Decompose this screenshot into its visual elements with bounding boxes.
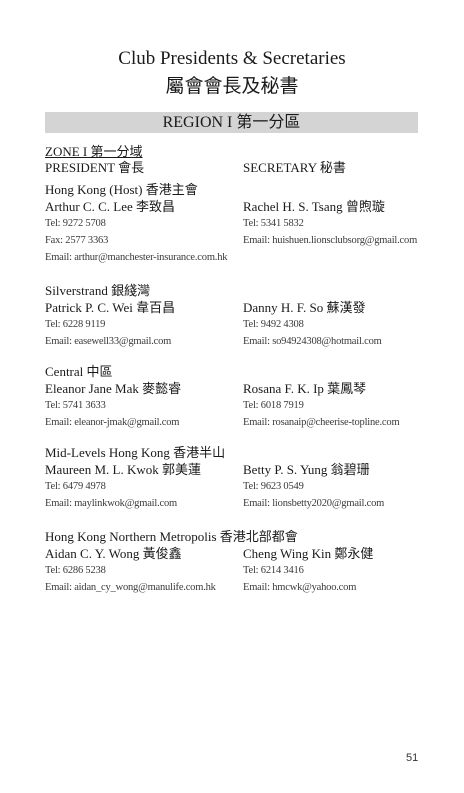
secretary-name: Danny H. F. So 蘇漢發 xyxy=(243,300,366,315)
president-block: Maureen M. L. Kwok 郭美蓮 Tel: 6479 4978 Em… xyxy=(45,461,201,512)
president-block: Patrick P. C. Wei 韋百昌 Tel: 6228 9119 Ema… xyxy=(45,299,175,350)
club-name: Hong Kong (Host) 香港主會 xyxy=(45,182,198,197)
president-block: Arthur C. C. Lee 李致昌 Tel: 9272 5708 Fax:… xyxy=(45,198,228,266)
secretary-name: Betty P. S. Yung 翁碧珊 xyxy=(243,462,370,477)
president-block: Aidan C. Y. Wong 黃俊鑫 Tel: 6286 5238 Emai… xyxy=(45,545,216,596)
secretary-tel: Tel: 6214 3416 xyxy=(243,565,304,576)
president-email: Email: arthur@manchester-insurance.com.h… xyxy=(45,252,228,263)
club-entry-central: Central 中區 Eleanor Jane Mak 麥懿睿 Tel: 574… xyxy=(45,363,445,428)
president-name: Maureen M. L. Kwok 郭美蓮 xyxy=(45,462,201,477)
club-name: Central 中區 xyxy=(45,364,113,379)
page-number: 51 xyxy=(406,752,419,764)
secretary-column-header: SECRETARY 秘書 xyxy=(243,160,346,175)
president-tel: Tel: 6228 9119 xyxy=(45,319,106,330)
page-title-chinese: 屬會會長及秘書 xyxy=(165,76,299,97)
president-column-header: PRESIDENT 會長 xyxy=(45,160,145,175)
secretary-block: Cheng Wing Kin 鄭永健 Tel: 6214 3416 Email:… xyxy=(243,545,373,596)
page-title: Club Presidents & Secretaries xyxy=(118,48,346,69)
club-entry-mid-levels: Mid-Levels Hong Kong 香港半山 Maureen M. L. … xyxy=(45,444,445,509)
president-name: Arthur C. C. Lee 李致昌 xyxy=(45,199,175,214)
secretary-email: Email: lionsbetty2020@gmail.com xyxy=(243,498,385,509)
club-entry-silverstrand: Silverstrand 銀綫灣 Patrick P. C. Wei 韋百昌 T… xyxy=(45,282,445,347)
secretary-block: Rachel H. S. Tsang 曾煦璇 Tel: 5341 5832 Em… xyxy=(243,198,417,249)
president-name: Patrick P. C. Wei 韋百昌 xyxy=(45,300,176,315)
president-tel: Tel: 5741 3633 xyxy=(45,400,106,411)
secretary-email: Email: so94924308@hotmail.com xyxy=(243,336,382,347)
secretary-block: Rosana F. K. Ip 葉鳳琴 Tel: 6018 7919 Email… xyxy=(243,380,400,431)
club-name: Hong Kong Northern Metropolis 香港北部都會 xyxy=(45,529,298,544)
secretary-tel: Tel: 9623 0549 xyxy=(243,481,304,492)
secretary-tel: Tel: 5341 5832 xyxy=(243,218,304,229)
president-tel: Tel: 6286 5238 xyxy=(45,565,106,576)
club-entry-northern-metropolis: Hong Kong Northern Metropolis 香港北部都會 Aid… xyxy=(45,528,445,593)
region-header: REGION I 第一分區 xyxy=(45,112,418,133)
secretary-name: Cheng Wing Kin 鄭永健 xyxy=(243,546,374,561)
president-tel: Tel: 6479 4978 xyxy=(45,481,106,492)
president-fax: Fax: 2577 3363 xyxy=(45,235,109,246)
secretary-name: Rachel H. S. Tsang 曾煦璇 xyxy=(243,199,385,214)
secretary-block: Danny H. F. So 蘇漢發 Tel: 9492 4308 Email:… xyxy=(243,299,382,350)
secretary-tel: Tel: 9492 4308 xyxy=(243,319,304,330)
secretary-email: Email: huishuen.lionsclubsorg@gmail.com xyxy=(243,235,418,246)
president-block: Eleanor Jane Mak 麥懿睿 Tel: 5741 3633 Emai… xyxy=(45,380,181,431)
secretary-email: Email: rosanaip@cheerise-topline.com xyxy=(243,417,400,428)
president-name: Eleanor Jane Mak 麥懿睿 xyxy=(45,381,182,396)
secretary-email: Email: hmcwk@yahoo.com xyxy=(243,582,357,593)
secretary-block: Betty P. S. Yung 翁碧珊 Tel: 9623 0549 Emai… xyxy=(243,461,384,512)
president-email: Email: maylinkwok@gmail.com xyxy=(45,498,177,509)
club-name: Silverstrand 銀綫灣 xyxy=(45,283,151,298)
president-email: Email: eleanor-jmak@gmail.com xyxy=(45,417,180,428)
club-name: Mid-Levels Hong Kong 香港半山 xyxy=(45,445,226,460)
president-email: Email: aidan_cy_wong@manulife.com.hk xyxy=(45,582,216,593)
president-email: Email: easewell33@gmail.com xyxy=(45,336,172,347)
secretary-tel: Tel: 6018 7919 xyxy=(243,400,304,411)
president-tel: Tel: 9272 5708 xyxy=(45,218,106,229)
club-entry-hong-kong-host: Hong Kong (Host) 香港主會 Arthur C. C. Lee 李… xyxy=(45,181,445,263)
secretary-name: Rosana F. K. Ip 葉鳳琴 xyxy=(243,381,367,396)
president-name: Aidan C. Y. Wong 黃俊鑫 xyxy=(45,546,182,561)
